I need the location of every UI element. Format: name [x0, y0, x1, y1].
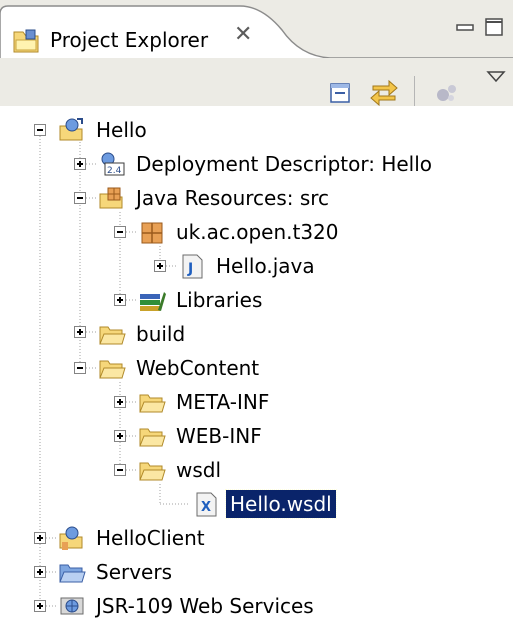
folder-icon	[139, 394, 166, 413]
tree-item-jsr109[interactable]: JSR-109 Web Services	[58, 589, 318, 623]
tree-item-webcontent[interactable]: WebContent	[98, 351, 263, 385]
wsdl-file-icon: X	[196, 492, 217, 517]
tree-item-hello-java[interactable]: J Hello.java	[178, 249, 319, 283]
view-toolbar	[0, 60, 513, 106]
tree-item-helloclient[interactable]: HelloClient	[58, 521, 209, 555]
tree-item-package[interactable]: uk.ac.open.t320	[138, 215, 343, 249]
tree-item-hello-wsdl[interactable]: X Hello.wsdl	[192, 487, 337, 521]
project-explorer-view: Project Explorer ✕ Hello 2.4 Deployment …	[0, 0, 513, 626]
java-resources-icon	[99, 187, 123, 209]
expand-toggle[interactable]	[114, 396, 126, 408]
tree-item-web-inf[interactable]: WEB-INF	[138, 419, 266, 453]
project-tree[interactable]: Hello 2.4 Deployment Descriptor: Hello J…	[0, 106, 513, 626]
project-explorer-icon	[13, 29, 39, 53]
toolbar-separator	[414, 76, 415, 106]
collapse-toggle[interactable]	[114, 226, 126, 238]
tree-item-wsdl[interactable]: wsdl	[138, 453, 225, 487]
tree-item-label: Hello	[96, 118, 147, 142]
tree-item-meta-inf[interactable]: META-INF	[138, 385, 273, 419]
collapse-toggle[interactable]	[114, 464, 126, 476]
tree-item-label: Hello.wsdl	[225, 489, 337, 519]
tree-item-label: Deployment Descriptor: Hello	[136, 152, 433, 176]
folder-open-icon	[139, 462, 166, 481]
expand-toggle[interactable]	[34, 532, 46, 544]
java-file-icon: J	[182, 254, 203, 279]
collapse-toggle[interactable]	[34, 124, 46, 136]
web-project-icon	[59, 526, 83, 550]
maximize-icon[interactable]	[485, 18, 503, 36]
tree-item-label: Servers	[96, 560, 173, 584]
filters-icon[interactable]	[434, 80, 460, 104]
folder-icon	[99, 326, 126, 345]
expand-toggle[interactable]	[74, 326, 86, 338]
folder-icon	[59, 564, 86, 583]
folder-icon	[139, 428, 166, 447]
tree-item-servers[interactable]: Servers	[58, 555, 176, 589]
tree-item-label: Java Resources: src	[136, 186, 330, 210]
tree-item-label: WebContent	[136, 356, 260, 380]
tree-item-label: wsdl	[176, 458, 222, 482]
svg-text:J: J	[187, 261, 193, 277]
tree-item-libraries[interactable]: Libraries	[138, 283, 266, 317]
minimize-icon[interactable]	[456, 22, 474, 34]
expand-toggle[interactable]	[34, 600, 46, 612]
deployment-descriptor-icon: 2.4	[101, 152, 125, 176]
collapse-toggle[interactable]	[74, 362, 86, 374]
view-tab-strip: Project Explorer ✕	[0, 0, 513, 60]
tree-item-label: Libraries	[176, 288, 263, 312]
tree-item-label: JSR-109 Web Services	[96, 594, 314, 618]
web-project-icon	[59, 118, 83, 141]
tree-item-build[interactable]: build	[98, 317, 189, 351]
collapse-all-icon[interactable]	[329, 82, 351, 104]
libraries-icon	[140, 292, 166, 311]
web-services-icon	[60, 597, 84, 615]
tree-item-label: build	[136, 322, 186, 346]
tree-item-label: META-INF	[176, 390, 270, 414]
tree-item-deployment-descriptor[interactable]: 2.4 Deployment Descriptor: Hello	[98, 147, 436, 181]
collapse-toggle[interactable]	[74, 192, 86, 204]
tree-item-label: HelloClient	[96, 526, 205, 550]
tree-item-label: Hello.java	[216, 254, 315, 278]
tab-title[interactable]: Project Explorer	[50, 28, 208, 52]
svg-text:2.4: 2.4	[107, 166, 122, 176]
link-with-editor-icon[interactable]	[369, 78, 399, 106]
tree-item-label: WEB-INF	[176, 424, 262, 448]
expand-toggle[interactable]	[154, 260, 166, 272]
tree-item-java-resources[interactable]: Java Resources: src	[98, 181, 333, 215]
tree-item-hello[interactable]: Hello	[58, 113, 151, 147]
expand-toggle[interactable]	[114, 294, 126, 306]
svg-text:X: X	[201, 500, 211, 515]
view-menu-icon[interactable]	[486, 70, 506, 84]
package-icon	[141, 222, 163, 244]
expand-toggle[interactable]	[74, 158, 86, 170]
tree-item-label: uk.ac.open.t320	[176, 220, 339, 244]
expand-toggle[interactable]	[34, 566, 46, 578]
expand-toggle[interactable]	[114, 430, 126, 442]
folder-open-icon	[99, 360, 126, 379]
tab-close-icon[interactable]: ✕	[234, 24, 252, 46]
